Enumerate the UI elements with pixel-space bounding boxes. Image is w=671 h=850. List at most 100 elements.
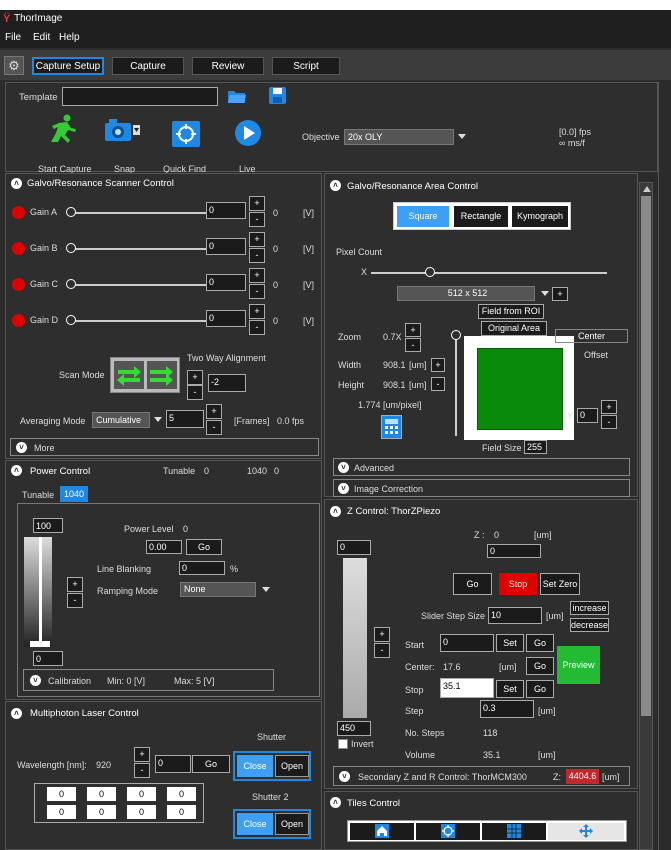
height-minus[interactable]: -	[431, 377, 445, 391]
calibration-expander[interactable]: ˅ Calibration Min: 0 [V] Max: 5 [V]	[23, 669, 274, 691]
power-slider-track[interactable]	[39, 537, 42, 641]
mode-rectangle-button[interactable]: Rectangle	[454, 206, 508, 227]
shutter2-close-button[interactable]: Close	[237, 813, 273, 835]
power-minus[interactable]: -	[67, 593, 83, 608]
menu-file[interactable]: File	[5, 32, 21, 43]
z-min-input[interactable]: 450	[337, 721, 371, 736]
z-slider-minus[interactable]: -	[374, 643, 390, 658]
shutter2-toggle[interactable]: Close Open	[233, 809, 311, 839]
home-icon[interactable]	[375, 824, 389, 838]
pixel-count-dropdown-icon[interactable]	[541, 291, 549, 296]
gain-c-plus[interactable]: +	[249, 268, 265, 283]
gear-icon[interactable]: ⚙	[4, 56, 24, 75]
pixel-count-plus[interactable]: +	[552, 287, 568, 301]
wavelength-input[interactable]: 0	[155, 755, 191, 773]
power-level-input[interactable]: 0.00	[146, 540, 182, 554]
ramping-dropdown-icon[interactable]	[262, 587, 270, 592]
y-offset-plus[interactable]: +	[601, 400, 617, 414]
stop-input[interactable]: 35.1	[440, 678, 494, 698]
power-go-button[interactable]: Go	[186, 539, 222, 555]
vertical-scrollbar[interactable]	[639, 182, 653, 850]
collapse-chevron-icon[interactable]: ˄	[11, 708, 22, 719]
z-set-zero-button[interactable]: Set Zero	[540, 573, 580, 595]
ramping-mode-select[interactable]: None	[180, 582, 256, 597]
expand-chevron-icon[interactable]: ˅	[339, 771, 350, 782]
collapse-chevron-icon[interactable]: ˄	[330, 506, 341, 517]
secondary-z-expander[interactable]: ˅ Secondary Z and R Control: ThorMCM300 …	[333, 766, 630, 786]
tunable-tab-value[interactable]: 1040	[60, 486, 88, 502]
stop-set-button[interactable]: Set	[496, 680, 524, 698]
gain-b-plus[interactable]: +	[249, 232, 265, 247]
mode-kymograph-button[interactable]: Kymograph	[512, 206, 568, 227]
gain-d-plus[interactable]: +	[249, 304, 265, 319]
open-folder-icon[interactable]	[227, 89, 247, 104]
zoom-slider-knob[interactable]	[451, 330, 461, 340]
averaging-dropdown-icon[interactable]	[154, 417, 162, 422]
y-offset-input[interactable]: 0	[577, 408, 598, 423]
z-slider-plus[interactable]: +	[374, 627, 390, 642]
gain-c-slider-track[interactable]	[70, 284, 206, 286]
save-icon[interactable]	[269, 87, 286, 104]
z-stop-button[interactable]: Stop	[499, 573, 537, 595]
start-set-button[interactable]: Set	[496, 634, 524, 652]
preview-button[interactable]: Preview	[557, 646, 600, 684]
z-max-input[interactable]: 0	[337, 540, 371, 555]
center-go-button[interactable]: Go	[526, 657, 554, 675]
start-input[interactable]: 0	[440, 634, 494, 652]
scrollbar-thumb[interactable]	[641, 196, 651, 716]
field-preview[interactable]	[464, 336, 574, 440]
live-play-icon[interactable]	[234, 119, 262, 147]
power-min-input[interactable]: 0	[33, 651, 63, 666]
laser-grid-cell[interactable]: 0	[167, 805, 196, 819]
power-slider-knob[interactable]	[30, 641, 50, 647]
gain-b-minus[interactable]: -	[249, 248, 265, 263]
two-way-minus[interactable]: -	[187, 385, 203, 400]
tab-capture[interactable]: Capture	[112, 57, 184, 75]
wavelength-plus[interactable]: +	[134, 747, 150, 762]
slider-step-size-input[interactable]: 10	[488, 607, 542, 624]
averaging-mode-select[interactable]: Cumulative	[92, 412, 150, 428]
width-plus[interactable]: +	[431, 358, 445, 372]
pixel-count-slider-knob[interactable]	[425, 267, 435, 277]
two-way-input[interactable]: -2	[208, 374, 246, 392]
y-offset-minus[interactable]: -	[601, 415, 617, 429]
original-area-button[interactable]: Original Area	[481, 321, 547, 336]
laser-grid-cell[interactable]: 0	[127, 805, 156, 819]
move-arrows-icon[interactable]	[579, 824, 593, 838]
pixel-count-slider-track[interactable]	[371, 272, 607, 274]
frames-plus[interactable]: +	[206, 404, 222, 419]
gain-b-input[interactable]: 0	[206, 238, 246, 255]
scan-mode-toggle[interactable]	[110, 357, 180, 393]
tab-review[interactable]: Review	[192, 57, 264, 75]
frames-minus[interactable]: -	[206, 420, 222, 435]
tab-capture-setup[interactable]: Capture Setup	[32, 57, 104, 75]
z-input[interactable]: 0	[487, 544, 541, 558]
objective-dropdown-icon[interactable]	[458, 134, 466, 139]
snap-camera-icon[interactable]	[103, 117, 140, 143]
gain-a-slider-knob[interactable]	[66, 207, 76, 217]
tiles-home-button[interactable]	[350, 823, 414, 840]
shutter-toggle[interactable]: Close Open	[233, 751, 311, 781]
crosshair-icon[interactable]	[441, 824, 455, 838]
menu-help[interactable]: Help	[59, 32, 80, 43]
tunable-tab-label[interactable]: Tunable	[22, 490, 54, 500]
z-slider-body[interactable]	[343, 558, 367, 718]
two-way-scan-icon[interactable]	[114, 361, 144, 389]
z-go-button[interactable]: Go	[453, 573, 492, 595]
shutter-close-button[interactable]: Close	[237, 755, 273, 777]
objective-select[interactable]: 20x OLY	[344, 129, 454, 145]
step-decrease-button[interactable]: decrease	[570, 618, 609, 632]
laser-grid-cell[interactable]: 0	[127, 787, 156, 801]
gain-d-slider-track[interactable]	[70, 320, 206, 322]
start-go-button[interactable]: Go	[526, 634, 554, 652]
tiles-move-button[interactable]	[548, 823, 624, 840]
gain-c-input[interactable]: 0	[206, 274, 246, 291]
collapse-chevron-icon[interactable]: ˄	[11, 465, 22, 476]
power-max-input[interactable]: 100	[33, 518, 63, 533]
two-way-plus[interactable]: +	[187, 370, 203, 385]
expand-chevron-icon[interactable]: ˅	[338, 483, 349, 494]
laser-grid-cell[interactable]: 0	[167, 787, 196, 801]
laser-grid-cell[interactable]: 0	[87, 805, 116, 819]
gain-a-slider-track[interactable]	[70, 212, 206, 214]
shutter2-open-button[interactable]: Open	[275, 813, 309, 835]
